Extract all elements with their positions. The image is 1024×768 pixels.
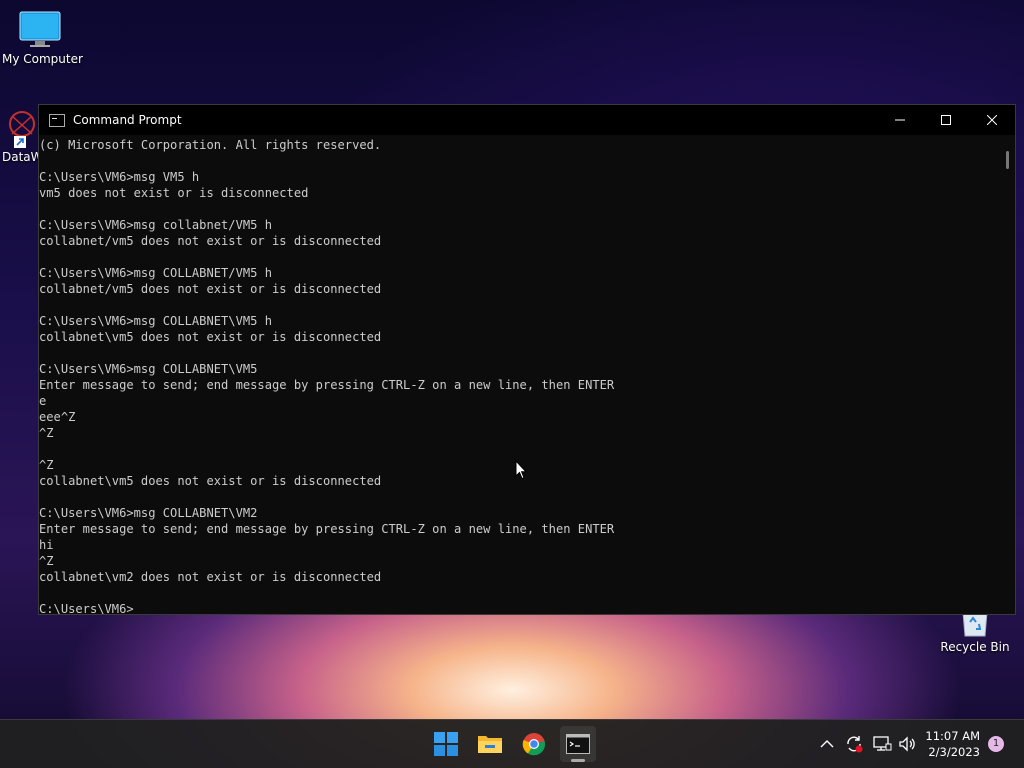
console-line: e xyxy=(39,394,47,408)
clock-time: 11:07 AM xyxy=(925,729,980,743)
chrome-icon xyxy=(522,733,546,756)
console-line: C:\Users\VM6>msg COLLABNET\VM2 xyxy=(39,506,258,520)
console-line: C:\Users\VM6>msg COLLABNET\VM5 h xyxy=(39,314,272,328)
clock-date: 2/3/2023 xyxy=(928,745,980,759)
command-prompt-icon xyxy=(566,734,590,754)
running-indicator xyxy=(571,759,585,762)
console-line: hi xyxy=(39,538,54,552)
minimize-icon xyxy=(895,119,905,121)
window-title: Command Prompt xyxy=(73,113,182,127)
desktop-icon-label: DataW xyxy=(2,150,43,164)
console-line: C:\Users\VM6>msg COLLABNET\VM5 xyxy=(39,362,258,376)
taskbar-file-explorer[interactable] xyxy=(472,726,508,762)
maximize-button[interactable] xyxy=(923,105,969,135)
console-line: collabnet\vm2 does not exist or is disco… xyxy=(39,570,382,584)
system-tray xyxy=(820,720,918,768)
console-line: C:\Users\VM6>msg COLLABNET/VM5 h xyxy=(39,266,272,280)
console-line: collabnet/vm5 does not exist or is disco… xyxy=(39,234,382,248)
taskbar-command-prompt[interactable] xyxy=(560,726,596,762)
desktop-icon-recycle-bin[interactable]: Recycle Bin xyxy=(940,612,1010,654)
network-icon[interactable] xyxy=(872,735,892,753)
start-icon xyxy=(434,732,458,756)
minimize-button[interactable] xyxy=(877,105,923,135)
sync-icon[interactable] xyxy=(844,734,864,754)
console-line: collabnet\vm5 does not exist or is disco… xyxy=(39,330,382,344)
console-line: collabnet/vm5 does not exist or is disco… xyxy=(39,282,382,296)
console-output[interactable]: (c) Microsoft Corporation. All rights re… xyxy=(39,137,999,614)
command-prompt-icon xyxy=(49,113,65,127)
console-line: C:\Users\VM6>msg collabnet/VM5 h xyxy=(39,218,272,232)
console-line: C:\Users\VM6>msg VM5 h xyxy=(39,170,200,184)
taskbar-clock[interactable]: 11:07 AM 2/3/2023 xyxy=(925,728,980,760)
mouse-cursor-icon xyxy=(515,460,527,480)
command-prompt-window[interactable]: Command Prompt (c) Microsoft Corporation… xyxy=(38,104,1016,615)
chevron-up-icon[interactable] xyxy=(820,739,834,749)
file-explorer-icon xyxy=(478,736,502,753)
desktop-icon-my-computer[interactable]: My Computer xyxy=(2,10,83,66)
monitor-icon xyxy=(19,11,61,47)
vertical-scrollbar[interactable] xyxy=(999,137,1015,614)
close-button[interactable] xyxy=(969,105,1015,135)
taskbar: 11:07 AM 2/3/2023 1 xyxy=(0,719,1024,768)
console-line: Enter message to send; end message by pr… xyxy=(39,378,615,392)
console-line: Enter message to send; end message by pr… xyxy=(39,522,615,536)
close-icon xyxy=(987,115,997,125)
scrollbar-thumb[interactable] xyxy=(1006,151,1009,169)
maximize-icon xyxy=(941,115,951,125)
start-button[interactable] xyxy=(428,726,464,762)
console-line: C:\Users\VM6> xyxy=(39,602,134,614)
desktop-icon-label: Recycle Bin xyxy=(940,640,1010,654)
desktop-icon-label: My Computer xyxy=(2,52,83,66)
window-titlebar[interactable]: Command Prompt xyxy=(39,105,1015,135)
desktop-icon-dataw[interactable]: DataW xyxy=(0,108,43,164)
recycle-bin-icon xyxy=(962,612,988,637)
taskbar-chrome[interactable] xyxy=(516,726,552,762)
console-line: ^Z xyxy=(39,426,54,440)
console-line: (c) Microsoft Corporation. All rights re… xyxy=(39,138,382,152)
console-line: vm5 does not exist or is disconnected xyxy=(39,186,309,200)
console-line: eee^Z xyxy=(39,410,76,424)
volume-icon[interactable] xyxy=(898,735,918,753)
shortcut-icon xyxy=(9,111,35,148)
console-line: ^Z xyxy=(39,554,54,568)
notification-badge[interactable]: 1 xyxy=(988,736,1004,752)
